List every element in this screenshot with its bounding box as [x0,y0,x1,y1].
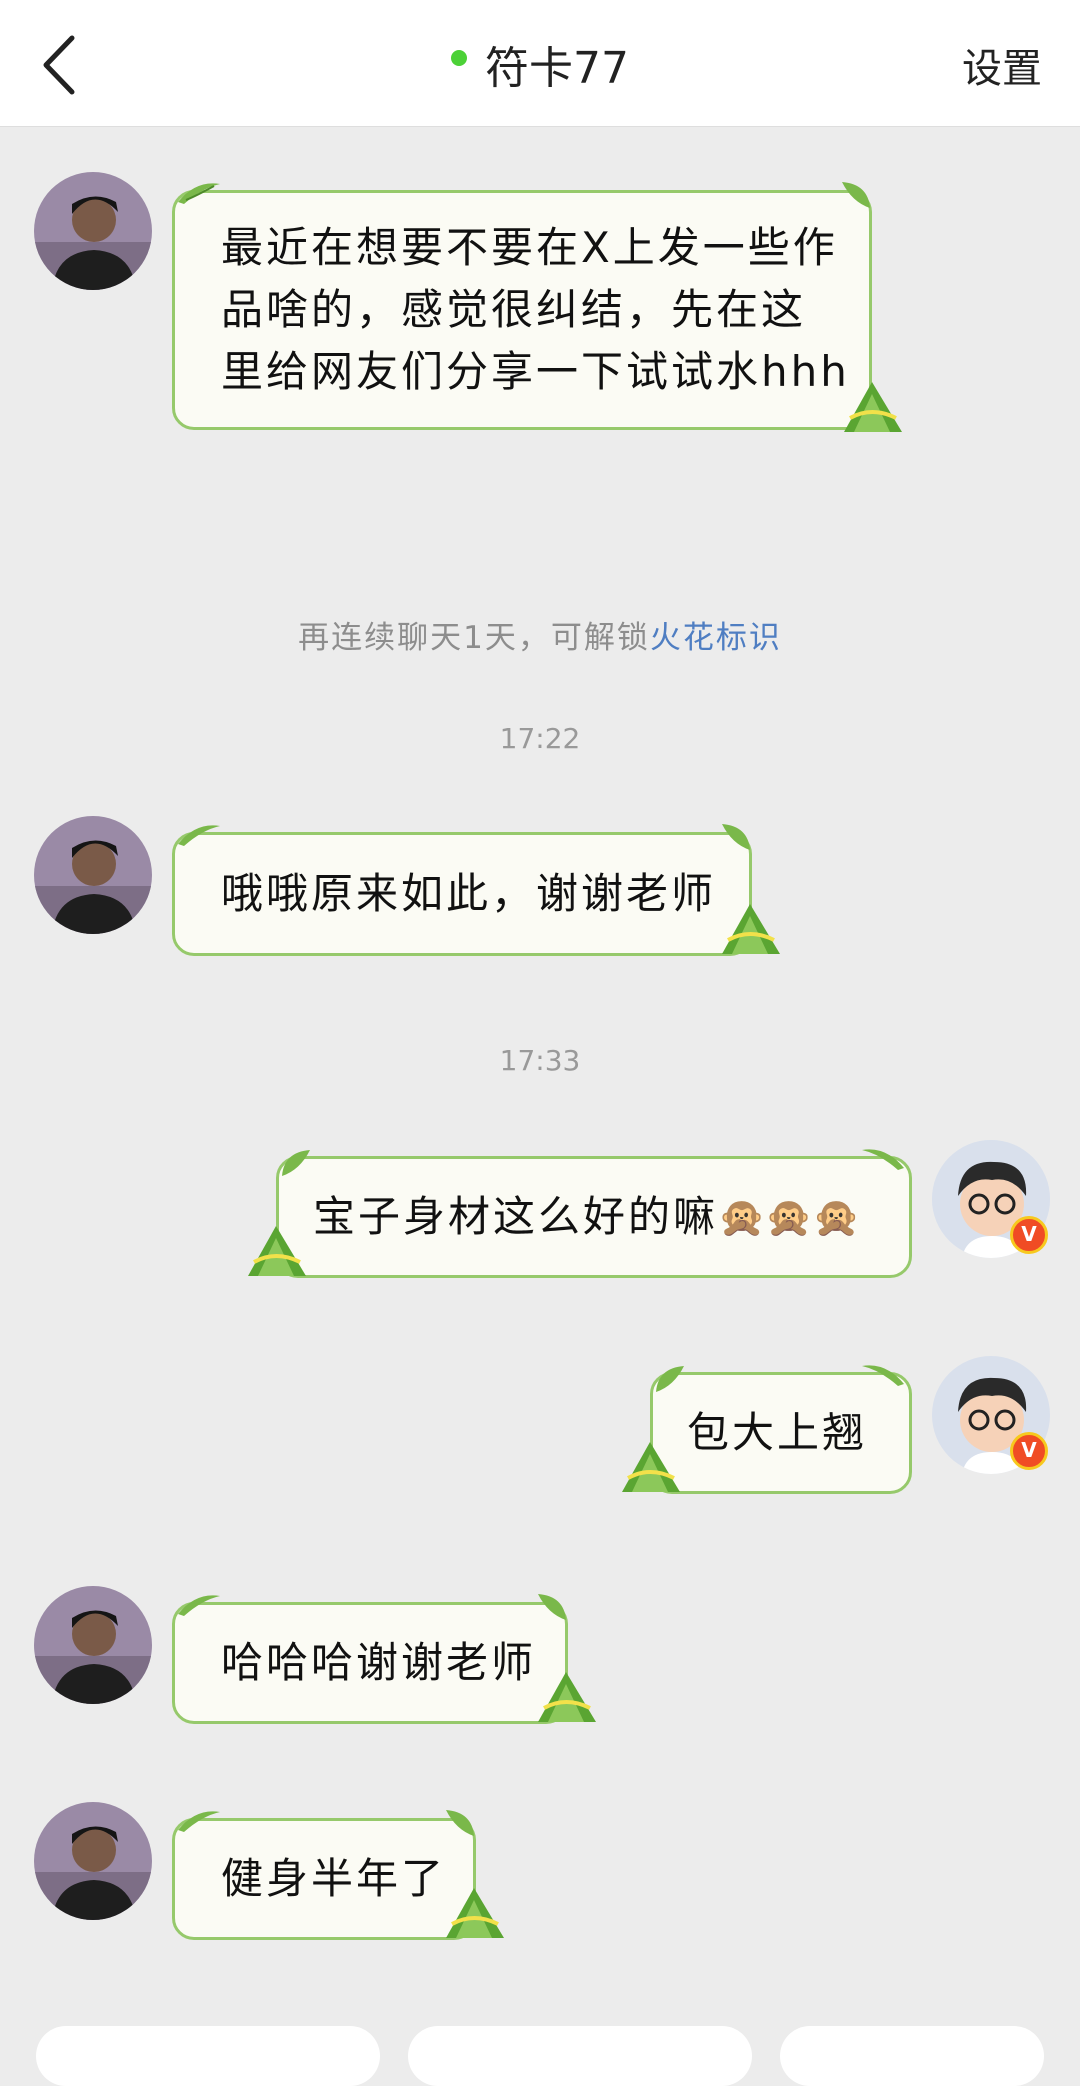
leaf-icon [282,1150,310,1176]
leaf-icon [722,824,750,850]
chat-title: 符卡77 [0,32,1080,94]
zongzi-icon [722,904,780,954]
quick-action-chip[interactable] [780,2026,1044,2086]
timestamp: 17:33 [499,1044,581,1077]
leaf-icon [446,1810,474,1836]
message-line: 品啥的，感觉很纠结，先在这 [221,285,807,334]
zongzi-icon [844,382,902,432]
zongzi-icon [446,1888,504,1938]
message-line: 里给网友们分享一下试试水hhh [221,347,850,396]
message-bubble[interactable]: 健身半年了 [172,1818,476,1940]
verified-badge-label: V [1021,1222,1037,1246]
online-status-dot [451,50,467,66]
quick-action-chip[interactable] [408,2026,752,2086]
message-text: 最近在想要不要在X上发一些作 品啥的，感觉很纠结，先在这 里给网友们分享一下试试… [221,193,850,427]
message-text: 包大上翘 [687,1408,868,1457]
contact-avatar[interactable] [34,172,152,290]
contact-avatar[interactable] [34,1586,152,1704]
leaf-icon [862,1149,904,1170]
contact-name: 符卡77 [485,43,629,94]
leaf-icon [862,1365,904,1386]
leaf-icon [178,825,220,846]
contact-avatar[interactable] [34,1802,152,1920]
message-line: 最近在想要不要在X上发一些作 [221,223,838,272]
emoji: 🙊 [765,1195,813,1239]
message-text: 宝子身材这么好的嘛 🙊 🙊 🙊 [313,1159,860,1275]
verified-badge-icon: V [1010,1432,1048,1470]
system-notice: 再连续聊天1天，可解锁火花标识 [0,612,1080,657]
leaf-icon [178,1811,220,1832]
leaf-icon [178,183,220,204]
message-bubble[interactable]: 哈哈哈谢谢老师 [172,1602,568,1724]
message-bubble[interactable]: 哦哦原来如此，谢谢老师 [172,832,752,956]
settings-button[interactable]: 设置 [962,36,1042,94]
leaf-icon [656,1366,684,1392]
zongzi-icon [622,1442,680,1492]
zongzi-icon [538,1672,596,1722]
verified-badge-icon: V [1010,1216,1048,1254]
message-bubble[interactable]: 宝子身材这么好的嘛 🙊 🙊 🙊 [276,1156,912,1278]
top-bar: 符卡77 设置 [0,0,1080,127]
message-bubble[interactable]: 包大上翘 [650,1372,912,1494]
leaf-icon [842,182,870,208]
leaf-icon [178,1595,220,1616]
zongzi-icon [248,1226,306,1276]
message-text: 哦哦原来如此，谢谢老师 [221,869,717,918]
verified-badge-label: V [1021,1438,1037,1462]
message-text: 哈哈哈谢谢老师 [221,1638,537,1687]
contact-avatar[interactable] [34,816,152,934]
message-text: 健身半年了 [221,1854,447,1903]
emoji: 🙊 [718,1195,766,1239]
notice-text: 再连续聊天1天，可解锁 [298,620,650,656]
leaf-icon [538,1594,566,1620]
spark-badge-link[interactable]: 火花标识 [650,620,782,656]
emoji: 🙊 [812,1195,860,1239]
message-bubble[interactable]: 最近在想要不要在X上发一些作 品啥的，感觉很纠结，先在这 里给网友们分享一下试试… [172,190,872,430]
quick-action-chip[interactable] [36,2026,380,2086]
timestamp: 17:22 [499,722,581,755]
message-body: 宝子身材这么好的嘛 [313,1192,719,1241]
